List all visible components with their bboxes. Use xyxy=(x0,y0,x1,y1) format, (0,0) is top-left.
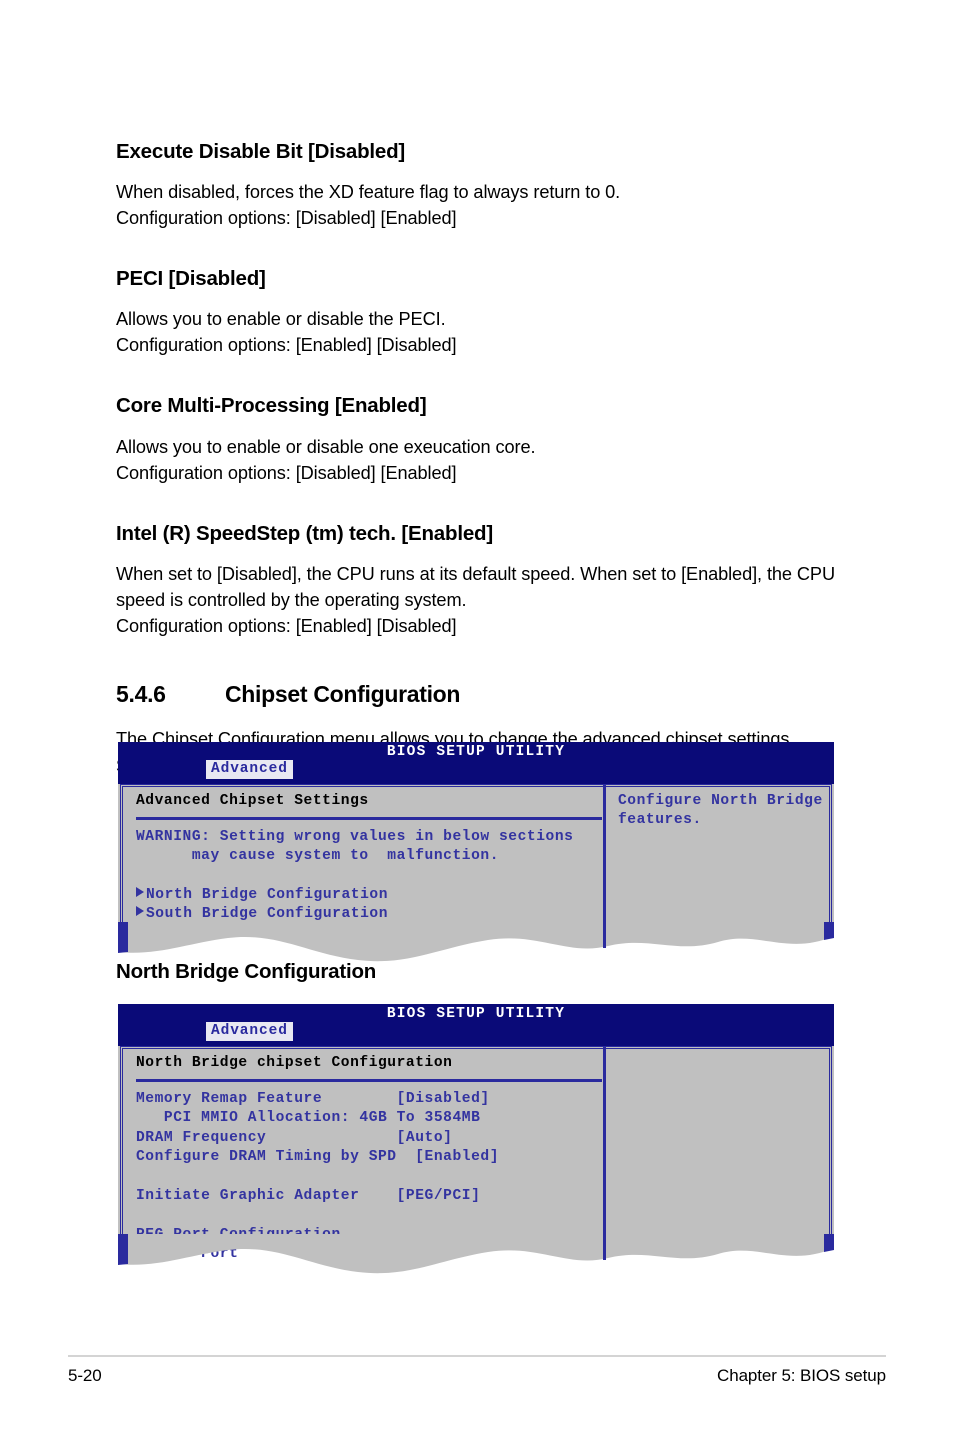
bios-blank-line xyxy=(136,1167,602,1186)
bios-setting-pci-mmio-allocation: PCI MMIO Allocation: 4GB To 3584MB xyxy=(136,1110,481,1127)
setting-heading-core-multi-processing: Core Multi-Processing [Enabled] xyxy=(116,394,427,418)
bios-utility-title: BIOS SETUP UTILITY xyxy=(386,1006,566,1022)
bios-settings-pane: North Bridge chipset Configuration Memor… xyxy=(136,1054,602,1264)
bios-heading-rule xyxy=(136,816,602,820)
bios-help-pane: Configure North Bridge features. xyxy=(618,792,823,831)
section-heading: 5.4.6 Chipset Configuration xyxy=(116,681,838,709)
setting-heading-peci: PECI [Disabled] xyxy=(116,267,266,291)
bios-section-title: North Bridge chipset Configuration xyxy=(136,1055,453,1071)
setting-heading-execute-disable-bit: Execute Disable Bit [Disabled] xyxy=(116,140,406,163)
bios-blank-line xyxy=(136,867,602,886)
document-body: Execute Disable Bit [Disabled] When disa… xyxy=(116,140,838,779)
setting-description-peci: Allows you to enable or disable the PECI… xyxy=(116,309,446,330)
bios-panel-divider xyxy=(603,1046,606,1234)
bios-tab-advanced[interactable]: Advanced xyxy=(206,1022,293,1041)
bios-setting-dram-frequency[interactable]: DRAM Frequency [Auto] xyxy=(136,1129,602,1148)
bios-content-area: North Bridge chipset Configuration Memor… xyxy=(118,1046,834,1262)
triangle-right-icon xyxy=(136,886,144,897)
setting-heading-intel-speedstep: Intel (R) SpeedStep (tm) tech. [Enabled] xyxy=(116,521,493,545)
bios-menu-item-north-bridge[interactable]: North Bridge Configuration xyxy=(136,886,602,905)
bios-settings-pane: Advanced Chipset Settings WARNING: Setti… xyxy=(136,792,602,925)
triangle-right-icon xyxy=(136,906,144,917)
bios-blank-line xyxy=(136,1206,602,1225)
bios-setting-configure-dram-timing[interactable]: Configure DRAM Timing by SPD [Enabled] xyxy=(136,1148,602,1167)
bios-setting-initiate-graphic-adapter[interactable]: Initiate Graphic Adapter [PEG/PCI] xyxy=(136,1187,602,1206)
bios-content-area: Advanced Chipset Settings WARNING: Setti… xyxy=(118,784,834,922)
footer-divider xyxy=(68,1355,886,1357)
setting-options-intel-speedstep: Configuration options: [Enabled] [Disabl… xyxy=(116,615,457,636)
bios-screenshot-north-bridge: BIOS SETUP UTILITY Advanced North Bridge… xyxy=(118,1004,834,1274)
bios-heading-rule xyxy=(136,1078,602,1082)
setting-options-execute-disable-bit: Configuration options: [Disabled] [Enabl… xyxy=(116,208,457,229)
figure-heading-north-bridge: North Bridge Configuration xyxy=(116,960,377,983)
bios-help-text: Configure North Bridge features. xyxy=(618,793,823,829)
bios-tab-advanced[interactable]: Advanced xyxy=(206,760,293,779)
figure-heading-wrapper: North Bridge Configuration xyxy=(116,960,376,985)
section-title: Chipset Configuration xyxy=(225,680,461,707)
bios-menu-item-label: South Bridge Configuration xyxy=(146,906,388,923)
bios-title-bar: BIOS SETUP UTILITY Advanced xyxy=(118,742,834,784)
setting-description-core-multi-processing: Allows you to enable or disable one exeu… xyxy=(116,436,536,457)
section-number: 5.4.6 xyxy=(116,680,166,707)
bios-screenshot-chipset: BIOS SETUP UTILITY Advanced Advanced Chi… xyxy=(118,742,834,962)
setting-options-core-multi-processing: Configuration options: [Disabled] [Enabl… xyxy=(116,462,457,483)
bios-warning-line-1: WARNING: Setting wrong values in below s… xyxy=(136,828,574,845)
bios-menu-item-label: North Bridge Configuration xyxy=(146,886,388,903)
bios-utility-title: BIOS SETUP UTILITY xyxy=(386,744,566,760)
setting-description-execute-disable-bit: When disabled, forces the XD feature fla… xyxy=(116,182,621,203)
bios-panel-divider xyxy=(603,784,606,922)
torn-paper-edge xyxy=(118,1234,834,1274)
bios-setting-memory-remap[interactable]: Memory Remap Feature [Disabled] xyxy=(136,1090,602,1109)
bios-section-title: Advanced Chipset Settings xyxy=(136,793,369,809)
footer-chapter-label: Chapter 5: BIOS setup xyxy=(717,1366,886,1385)
bios-title-bar: BIOS SETUP UTILITY Advanced xyxy=(118,1004,834,1046)
footer-page-number: 5-20 xyxy=(68,1366,102,1385)
setting-description-intel-speedstep: When set to [Disabled], the CPU runs at … xyxy=(116,563,835,610)
bios-warning-line-2: may cause system to malfunction. xyxy=(136,848,499,865)
setting-options-peci: Configuration options: [Enabled] [Disabl… xyxy=(116,335,457,356)
